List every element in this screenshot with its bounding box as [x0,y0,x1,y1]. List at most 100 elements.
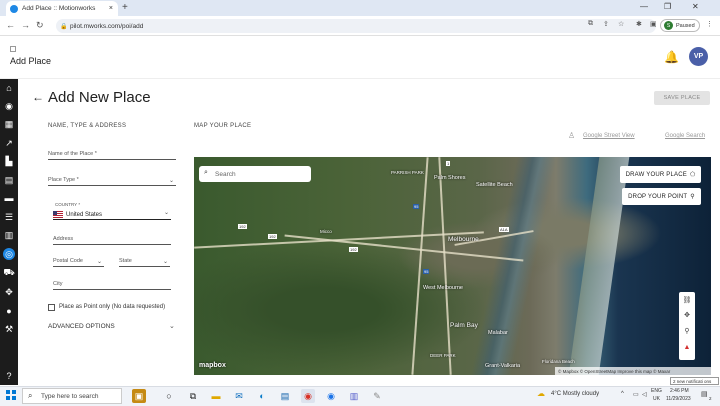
billboard-icon[interactable]: ▬ [3,192,15,204]
taskbar-search-placeholder: Type here to search [41,392,99,400]
advanced-options-toggle[interactable]: ADVANCED OPTIONS [48,323,115,330]
keyboard-layout[interactable]: UK [653,396,660,402]
weather-text[interactable]: 4°C Mostly cloudy [551,391,599,397]
home-icon[interactable]: ⌂ [3,82,15,94]
building-icon[interactable]: ▙ [3,155,15,167]
language-code[interactable]: ENG [651,388,662,394]
notification-center-icon[interactable]: ▤ [701,390,708,398]
clock-date[interactable]: 11/29/2023 [666,396,691,402]
edge-icon[interactable]: ◐ [255,389,269,403]
compass-icon[interactable]: ▲ [682,342,692,352]
move-icon[interactable]: ✥ [3,286,15,298]
state-label: State [119,258,132,264]
show-hidden-icons[interactable]: ^ [621,391,624,397]
install-app-icon[interactable]: ⧉ [588,20,593,28]
store-icon[interactable]: ▤ [278,389,292,403]
account-icon[interactable]: ● [3,305,15,317]
point-only-label: Place as Point only (No data requested) [59,304,166,310]
coastline-area [568,157,630,375]
map-label-palm-shores: Palm Shores [434,175,466,181]
help-icon[interactable]: ? [3,370,15,382]
draw-your-place-button[interactable]: DRAW YOUR PLACE ⬠ [620,166,701,183]
point-only-checkbox[interactable] [48,304,55,311]
places-icon[interactable]: ◎ [3,248,15,260]
location-pin-icon[interactable]: ⚲ [682,326,692,336]
state-select[interactable]: State ⌄ [119,258,170,267]
address-field[interactable]: Address [53,236,171,245]
url-text: pilot.mworks.com/poi/add [70,22,144,30]
postal-code-select[interactable]: Postal Code ⌄ [53,258,104,267]
clock-time[interactable]: 2:46 PM [670,388,689,394]
tab-close-icon[interactable]: × [109,5,113,12]
polygon-icon: ⬠ [689,172,696,178]
bar-chart-icon[interactable]: ▥ [3,229,15,241]
country-select[interactable]: ⌄ [53,209,171,220]
back-arrow-icon[interactable]: ← [32,90,44,104]
taskbar-search[interactable]: ⌕ Type here to search [22,388,122,404]
restore-icon[interactable]: ❐ [664,2,671,11]
city-field[interactable]: City [53,281,171,290]
bookmark-star-icon[interactable]: ☆ [618,20,624,28]
map-shield-i95: 95 [423,269,430,274]
address-bar[interactable]: 🔒 pilot.mworks.com/poi/add [56,19,656,33]
settings-icon[interactable]: ⚒ [3,323,15,335]
profile-button[interactable]: S Paused [660,19,700,32]
cortana-icon[interactable]: ○ [162,389,176,403]
trending-icon[interactable]: ↗ [3,137,15,149]
teams-icon[interactable]: ▥ [347,389,361,403]
back-arrow-icon[interactable]: ← [6,20,15,30]
forward-arrow-icon[interactable]: → [21,20,30,30]
river-area [470,157,558,375]
mapbox-logo: mapbox [199,362,226,369]
map-attribution[interactable]: © Mapbox © OpenStreetMap Improve this ma… [555,367,711,375]
chevron-down-icon[interactable]: ⌄ [169,322,175,330]
chrome-icon[interactable]: ◉ [301,389,315,403]
new-tab-button[interactable]: + [122,2,128,13]
extensions-icon[interactable]: ✱ [636,20,642,28]
browser-menu-icon[interactable]: ⋮ [706,20,713,28]
map-label-deer-park: DEER PARK [430,353,456,358]
save-place-button[interactable]: SAVE PLACE [654,91,710,105]
file-explorer-icon[interactable]: ▬ [209,389,223,403]
map-label-grant-valkaria: Grant-Valkaria [485,363,521,369]
map-search-placeholder: Search [215,170,236,178]
reload-icon[interactable]: ↻ [36,20,44,31]
window-close-icon[interactable]: ✕ [692,2,699,11]
windows-start-icon[interactable] [6,390,16,400]
map-label-melbourne: Melbourne [448,236,479,243]
browser-tab[interactable]: Add Place :: Motionworks × [6,1,118,16]
list-icon[interactable]: ☰ [3,211,15,223]
page-title: Add New Place [48,89,151,106]
drop-label: DROP YOUR POINT [628,193,688,200]
google-search-link[interactable]: Google Search [665,133,705,139]
side-panel-icon[interactable]: ▣ [650,20,657,28]
map-search-input[interactable]: ⌕ Search [199,166,311,182]
paint-icon[interactable]: ✎ [370,389,384,403]
chevron-down-icon: ⌄ [168,178,174,184]
profile-status: Paused [676,22,695,29]
task-view-icon[interactable]: ⧉ [186,389,200,403]
document-icon[interactable]: ▤ [3,174,15,186]
mail-icon[interactable]: ✉ [232,389,246,403]
notification-bell-icon[interactable]: 🔔 [664,50,679,64]
briefcase-icon[interactable]: ▣ [132,389,146,403]
lock-icon: 🔒 [60,23,68,30]
section-heading-map: MAP YOUR PLACE [194,123,252,129]
user-avatar[interactable]: VP [689,47,708,66]
profile-avatar: S [664,21,673,30]
share-icon[interactable]: ⇪ [603,20,609,28]
vehicle-icon[interactable]: ⛟ [3,267,15,279]
chrome-profile-icon[interactable]: ◉ [324,389,338,403]
network-icon[interactable]: ▭ [633,391,639,398]
map-shield-a1a: A1A [499,227,509,232]
volume-icon[interactable]: ◁ [642,391,647,398]
place-type-select[interactable]: Place Type * ⌄ [48,177,176,186]
minimize-icon[interactable]: — [640,2,648,11]
google-street-view-link[interactable]: Google Street View [583,133,635,139]
explore-icon[interactable]: ◉ [3,100,15,112]
pan-icon[interactable]: ✥ [682,310,692,320]
grid-icon[interactable]: ▦ [3,118,15,130]
link-icon[interactable]: ⛓ [682,295,692,305]
place-name-field[interactable]: Name of the Place * [48,151,176,160]
drop-your-point-button[interactable]: DROP YOUR POINT ⚲ [622,188,701,205]
